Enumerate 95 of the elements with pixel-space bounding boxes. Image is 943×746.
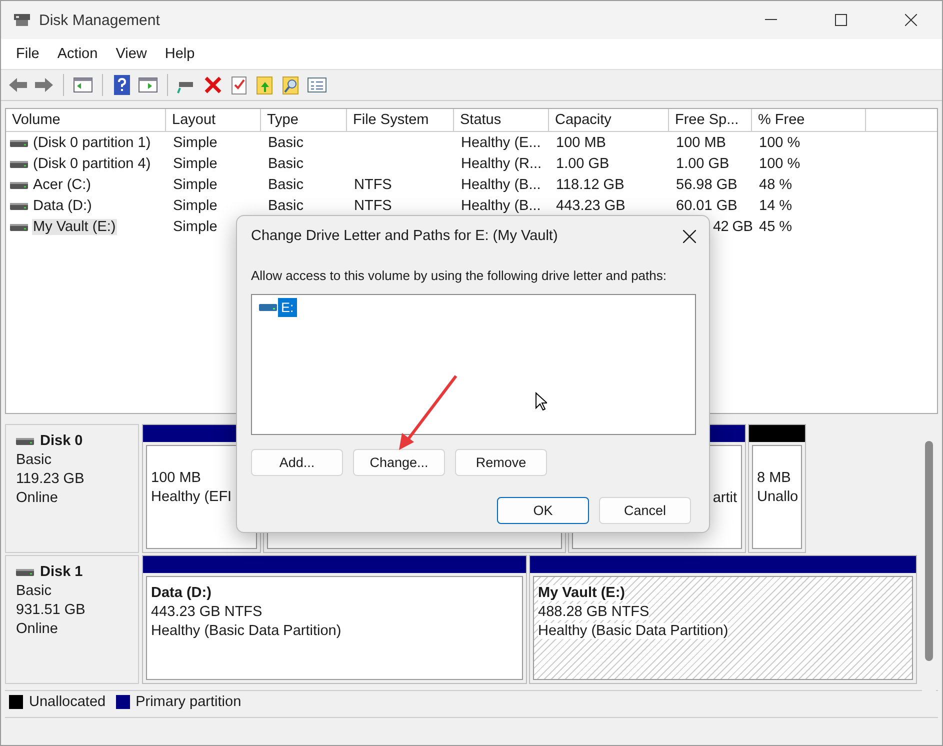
drive-icon bbox=[259, 303, 277, 312]
dialog-button[interactable]: Add... bbox=[251, 449, 343, 476]
table-cell-text: Healthy (R... bbox=[460, 156, 543, 172]
table-cell-text: 100 MB bbox=[555, 134, 607, 150]
table-cell-text: 60.01 GB bbox=[675, 198, 738, 214]
table-cell-text: Simple bbox=[172, 156, 218, 172]
table-cell: (Disk 0 partition 1) bbox=[32, 134, 152, 150]
partition-size: 488.28 GB NTFS bbox=[538, 604, 650, 620]
partition-size: 8 MB bbox=[757, 470, 791, 486]
dialog-prompt: Allow access to this volume by using the following drive letter and paths: bbox=[251, 268, 668, 283]
drive-icon bbox=[16, 436, 34, 446]
legend-label: Primary partition bbox=[136, 694, 242, 710]
table-cell-text: 1.00 GB bbox=[675, 156, 730, 172]
table-cell-text: NTFS bbox=[353, 198, 393, 214]
table-cell-text: Basic bbox=[267, 198, 304, 214]
column-header[interactable]: File System bbox=[347, 109, 454, 131]
partition-label: Data (D:) bbox=[151, 585, 212, 601]
menu-item[interactable]: File bbox=[7, 46, 48, 62]
disk-size: 931.51 GB bbox=[16, 602, 86, 618]
column-header[interactable]: Free Sp... bbox=[669, 109, 752, 131]
partition-block[interactable]: My Vault (E:) 488.28 GB NTFS Healthy (Basic Data Partition) bbox=[533, 576, 913, 680]
partition-block[interactable]: Data (D:) 443.23 GB NTFS Healthy (Basic Data Partition) bbox=[146, 576, 523, 680]
drive-icon bbox=[10, 158, 28, 168]
dialog-button[interactable]: Remove bbox=[455, 449, 547, 476]
table-cell-text: Simple bbox=[172, 134, 218, 150]
table-cell-text: 1.00 GB bbox=[555, 156, 610, 172]
disk-size: 119.23 GB bbox=[16, 471, 86, 487]
partition-block[interactable]: 8 MB Unallo bbox=[752, 445, 802, 549]
drive-icon bbox=[10, 200, 28, 210]
table-cell-text: Healthy (B... bbox=[460, 176, 542, 192]
close-icon[interactable] bbox=[905, 14, 917, 26]
table-cell-text: Simple bbox=[172, 198, 218, 214]
table-cell-text: 100 MB bbox=[675, 134, 727, 150]
table-cell-text: Simple bbox=[172, 176, 218, 192]
table-cell-text: Basic bbox=[267, 176, 304, 192]
column-header[interactable]: Volume bbox=[6, 109, 166, 131]
maximize-icon[interactable] bbox=[835, 14, 847, 26]
table-cell-text: Simple bbox=[172, 218, 218, 234]
table-cell-text: Healthy (E... bbox=[460, 134, 542, 150]
disk-type: Basic bbox=[16, 583, 52, 599]
disk-status: Online bbox=[16, 490, 59, 506]
table-cell-text: NTFS bbox=[353, 176, 393, 192]
table-cell-text: 100 % bbox=[758, 134, 802, 150]
table-cell: Data (D:) bbox=[32, 198, 93, 214]
disk-name: Disk 1 bbox=[40, 564, 83, 580]
disk-status: Online bbox=[16, 621, 59, 637]
help-icon[interactable] bbox=[111, 74, 133, 96]
window-title: Disk Management bbox=[39, 12, 161, 28]
menu-item[interactable]: View bbox=[106, 46, 156, 62]
close-icon[interactable] bbox=[683, 230, 696, 242]
column-header[interactable]: Status bbox=[454, 109, 549, 131]
dialog-button[interactable]: Change... bbox=[353, 449, 445, 476]
table-cell-text: 42 GB bbox=[712, 218, 752, 234]
dialog-button[interactable]: Cancel bbox=[599, 497, 691, 524]
table-cell-text: 48 % bbox=[758, 176, 794, 192]
path-item[interactable]: E: bbox=[278, 298, 297, 317]
disk-type: Basic bbox=[16, 452, 52, 468]
column-header[interactable]: % Free bbox=[752, 109, 866, 131]
partition-size: 443.23 GB NTFS bbox=[151, 604, 262, 620]
partition-status: Unallo bbox=[757, 489, 798, 505]
table-cell: Acer (C:) bbox=[32, 176, 92, 192]
column-header[interactable]: Type bbox=[261, 109, 347, 131]
partition-status: Healthy (Basic Data Partition) bbox=[538, 623, 728, 639]
cursor-icon bbox=[535, 392, 547, 411]
legend-label: Unallocated bbox=[29, 694, 106, 710]
partition-status: Healthy (EFI bbox=[151, 489, 232, 505]
table-cell-text: 14 % bbox=[758, 198, 794, 214]
dialog-title: Change Drive Letter and Paths for E: (My Vault) bbox=[251, 228, 558, 244]
partition-status: artit bbox=[712, 490, 737, 506]
table-cell-text: 118.12 GB bbox=[555, 176, 626, 192]
table-cell: My Vault (E:) bbox=[32, 218, 117, 234]
minimize-icon[interactable] bbox=[765, 19, 777, 21]
table-cell: (Disk 0 partition 4) bbox=[32, 156, 152, 172]
table-cell-text: 443.23 GB bbox=[555, 198, 626, 214]
table-cell-text: Basic bbox=[267, 134, 304, 150]
dialog-button[interactable]: OK bbox=[497, 497, 589, 524]
drive-icon bbox=[16, 567, 34, 577]
disk-name: Disk 0 bbox=[40, 433, 83, 449]
table-cell-text: Healthy (B... bbox=[460, 198, 542, 214]
disk-management-icon bbox=[13, 12, 31, 28]
table-cell-text: 56.98 GB bbox=[675, 176, 738, 192]
partition-size: 100 MB bbox=[151, 470, 201, 486]
column-header[interactable]: Capacity bbox=[549, 109, 669, 131]
delete-icon[interactable] bbox=[202, 74, 224, 96]
table-cell-text: 45 % bbox=[758, 218, 794, 234]
drive-icon bbox=[10, 138, 28, 148]
menu-item[interactable]: Help bbox=[156, 46, 204, 62]
table-cell-text: 100 % bbox=[758, 156, 802, 172]
drive-icon bbox=[10, 222, 28, 232]
column-header[interactable]: Layout bbox=[166, 109, 261, 131]
table-cell-text: Basic bbox=[267, 156, 304, 172]
partition-status: Healthy (Basic Data Partition) bbox=[151, 623, 342, 639]
drive-icon bbox=[10, 180, 28, 190]
menu-item[interactable]: Action bbox=[48, 46, 107, 62]
partition-label: My Vault (E:) bbox=[538, 585, 626, 601]
